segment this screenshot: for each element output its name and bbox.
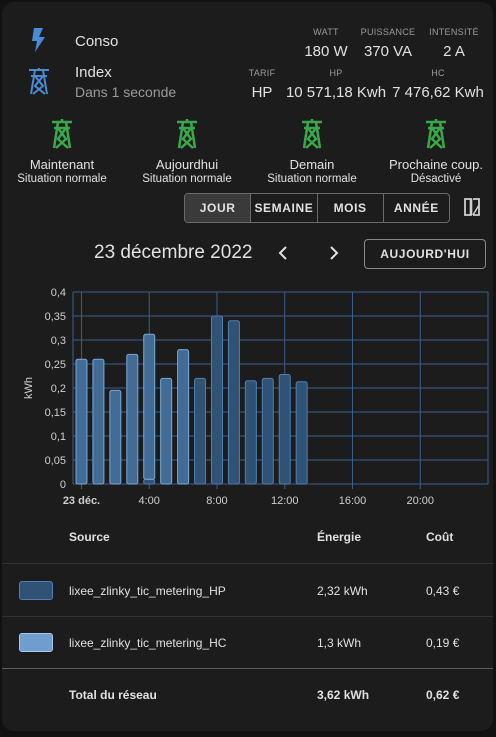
status-title: Prochaine coup.: [389, 157, 483, 172]
index-last-updated: Dans 1 seconde: [75, 84, 177, 100]
transmission-tower-icon: [52, 119, 72, 149]
intensite-header: INTENSITÉ: [429, 27, 479, 37]
energy-chart: 0 0,05 0,1 0,15 0,2 0,25 0,3 0,35 0,4 23 déc. 4:00…: [23, 287, 489, 507]
divider: [2, 668, 493, 669]
x-tick-label: 20:00: [406, 495, 434, 507]
y-tick-label: 0,1: [51, 431, 66, 443]
bar-hp: [261, 377, 274, 485]
y-tick-label: 0,2: [51, 383, 66, 395]
table-row-energie: 1,3 kWh: [317, 636, 362, 650]
chevron-left-icon[interactable]: [276, 244, 292, 262]
bar-hc: [75, 358, 88, 485]
status-sub: Situation normale: [17, 173, 107, 185]
today-button[interactable]: AUJOURD'HUI: [364, 239, 486, 269]
x-tick-label: 8:00: [206, 495, 227, 507]
col-cout: Coût: [426, 530, 454, 544]
bar-hp: [244, 380, 257, 485]
total-cout: 0,62 €: [426, 688, 460, 702]
period-tabs: JOUR SEMAINE MOIS ANNÉE: [184, 193, 450, 223]
total-label: Total du réseau: [69, 688, 157, 702]
y-tick-label: 0,25: [45, 359, 66, 371]
transmission-tower-icon: [29, 68, 49, 95]
hp-value[interactable]: 10 571,18 Kwh: [281, 84, 391, 101]
bar-hc: [126, 353, 139, 485]
transmission-tower-icon: [302, 119, 322, 149]
x-tick-label: 16:00: [339, 495, 367, 507]
bar-hp: [278, 374, 291, 485]
tab-jour[interactable]: JOUR: [185, 194, 251, 222]
bar-hp: [143, 478, 156, 485]
y-tick-label: 0,4: [51, 287, 66, 299]
bar-hc: [92, 358, 105, 485]
status-sub: Désactivé: [410, 173, 462, 185]
y-tick-label: 0,05: [45, 455, 66, 467]
tab-annee[interactable]: ANNÉE: [382, 194, 449, 222]
status-sub: Situation normale: [142, 173, 232, 185]
tab-mois[interactable]: MOIS: [316, 194, 383, 222]
hc-header: HC: [431, 68, 445, 78]
chevron-right-icon[interactable]: [325, 244, 341, 262]
bar-hp: [194, 377, 207, 485]
status-sub: Situation normale: [267, 173, 357, 185]
table-row-cout: 0,19 €: [426, 636, 460, 650]
status-maintenant[interactable]: Maintenant Situation normale: [2, 118, 122, 185]
bar-hp: [295, 381, 308, 485]
x-tick-label: 23 déc.: [63, 495, 100, 507]
index-label[interactable]: Index: [75, 64, 112, 81]
hp-header: HP: [329, 68, 343, 78]
col-energie: Énergie: [317, 530, 362, 544]
status-title: Aujourdhui: [155, 157, 219, 172]
conso-label[interactable]: Conso: [75, 33, 118, 50]
x-tick-label: 12:00: [271, 495, 299, 507]
status-aujourdhui[interactable]: Aujourdhui Situation normale: [127, 118, 247, 185]
table-row-source: lixee_zlinky_tic_metering_HP: [69, 584, 226, 598]
table-row-energie: 2,32 kWh: [317, 584, 368, 598]
y-tick-label: 0: [60, 479, 66, 491]
bar-hc: [143, 333, 156, 480]
compare-icon[interactable]: [462, 197, 482, 217]
bar-hc: [160, 377, 173, 485]
y-tick-label: 0,3: [51, 335, 66, 347]
flash-icon: [32, 28, 45, 52]
legend-swatch-hp[interactable]: [19, 581, 53, 600]
divider: [2, 563, 493, 564]
x-tick-label: 4:00: [139, 495, 160, 507]
table-row-cout: 0,43 €: [426, 584, 460, 598]
hc-value[interactable]: 7 476,62 Kwh: [383, 84, 493, 101]
table-row-source: lixee_zlinky_tic_metering_HC: [69, 636, 227, 650]
intensite-value[interactable]: 2 A: [399, 43, 496, 60]
bar-hc: [177, 349, 190, 485]
y-axis-label: kWh: [23, 377, 35, 399]
bar-hc: [109, 389, 122, 485]
date-label: 23 décembre 2022: [94, 242, 253, 263]
tab-semaine[interactable]: SEMAINE: [250, 194, 316, 222]
status-demain[interactable]: Demain Situation normale: [252, 118, 372, 185]
bar-hp: [210, 315, 223, 485]
status-title: Demain: [289, 157, 335, 172]
total-energie: 3,62 kWh: [317, 688, 370, 702]
status-title: Maintenant: [29, 157, 95, 172]
divider: [2, 616, 493, 617]
transmission-tower-icon: [426, 119, 446, 149]
status-prochaine-coupure[interactable]: Prochaine coup. Désactivé: [376, 118, 496, 185]
y-tick-label: 0,15: [45, 407, 66, 419]
y-tick-label: 0,35: [45, 311, 66, 323]
legend-swatch-hc[interactable]: [19, 633, 53, 652]
bar-hp: [227, 320, 240, 485]
transmission-tower-icon: [177, 119, 197, 149]
col-source: Source: [69, 530, 110, 544]
